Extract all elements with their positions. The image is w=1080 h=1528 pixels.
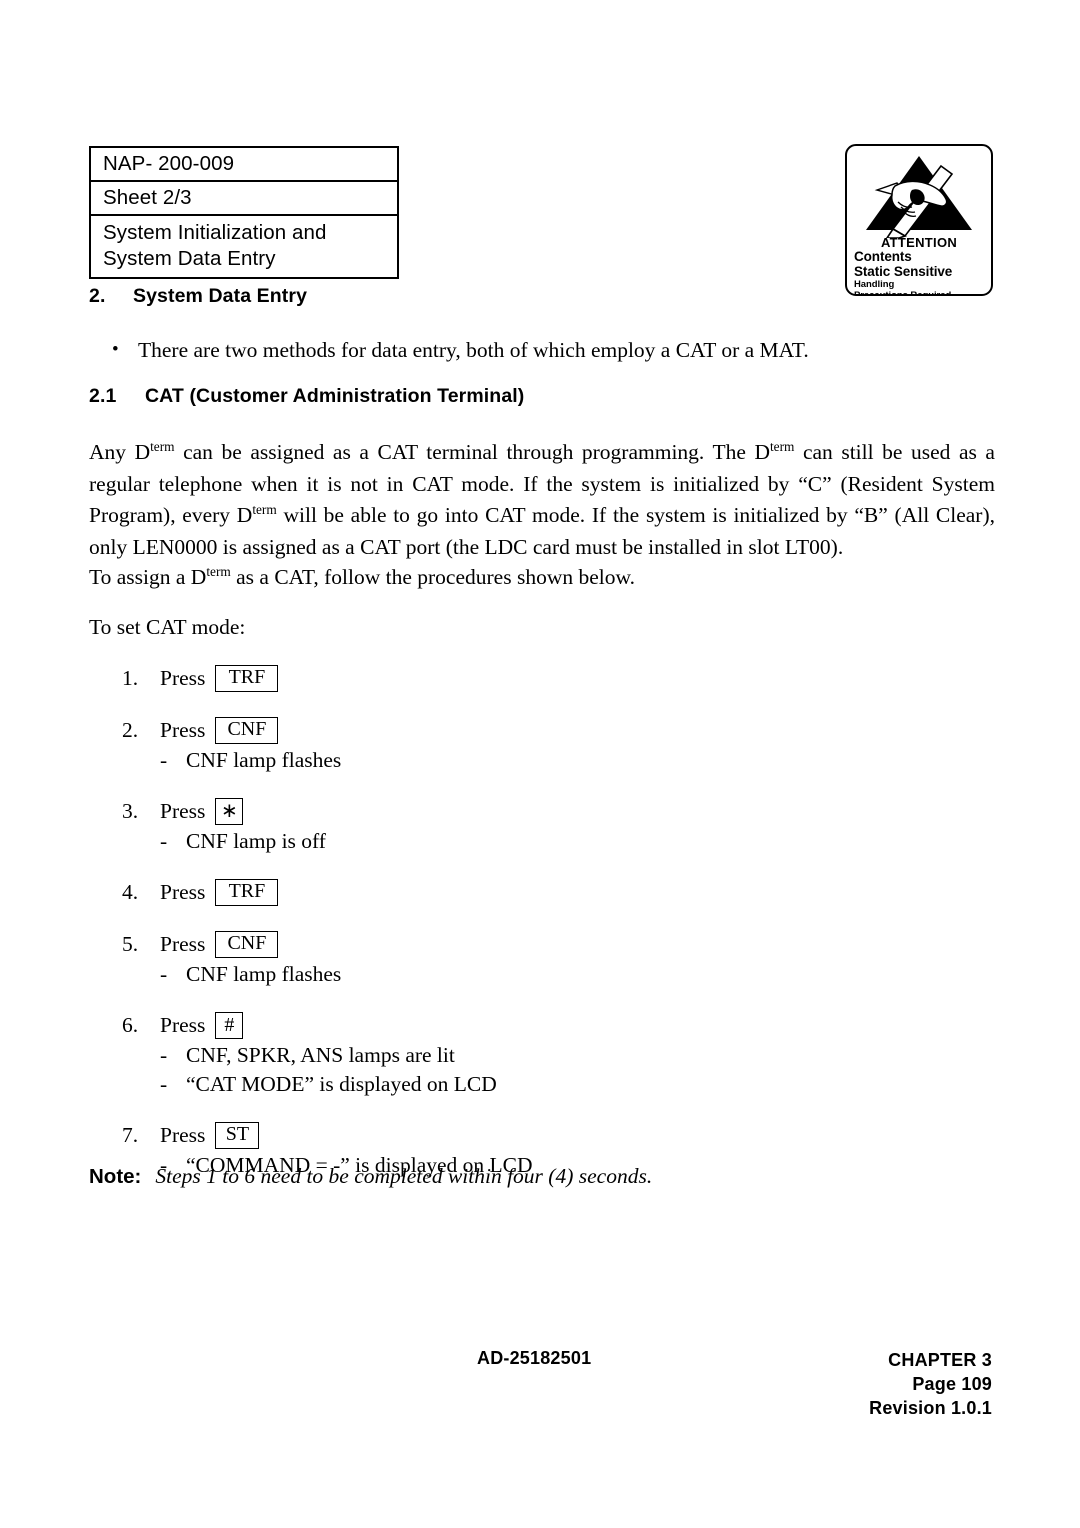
- step-number: 3.: [122, 799, 139, 823]
- step-result-text: CNF lamp is off: [186, 829, 326, 853]
- step-instruction-row: 3. Press ∗: [122, 796, 822, 826]
- step-result-list: - CNF lamp flashes: [160, 746, 822, 775]
- key-button-trf[interactable]: TRF: [215, 664, 279, 692]
- esd-attention-text: ATTENTION: [880, 235, 958, 250]
- step-number: 7.: [122, 1123, 139, 1147]
- heading-section-2: 2. System Data Entry: [89, 285, 307, 308]
- section-2-bullet-text: There are two methods for data entry, bo…: [138, 338, 809, 362]
- paragraph-assign-dterm: To assign a Dterm as a CAT, follow the p…: [89, 563, 635, 589]
- step-result-item: - CNF lamp flashes: [160, 746, 822, 775]
- key-button-st[interactable]: ST: [215, 1121, 260, 1149]
- step-number: 5.: [122, 932, 139, 956]
- footer-revision: Revision 1.0.1: [869, 1398, 992, 1418]
- step-result-text: “CAT MODE” is displayed on LCD: [186, 1072, 497, 1096]
- nap-title-row: System Initialization and System Data En…: [103, 221, 327, 270]
- step-instruction-row: 7. Press ST: [122, 1120, 822, 1150]
- step-result-item: - CNF, SPKR, ANS lamps are lit: [160, 1041, 822, 1070]
- step-result-item: - “CAT MODE” is displayed on LCD: [160, 1070, 822, 1099]
- nap-number-row: NAP- 200-009: [91, 148, 397, 182]
- step-item: 5. Press CNF - CNF lamp flashes: [122, 929, 822, 989]
- step-result-text: CNF, SPKR, ANS lamps are lit: [186, 1043, 455, 1067]
- step-spacer: [122, 1099, 822, 1120]
- footer-document-number: AD-25182501: [477, 1348, 592, 1368]
- cat-mode-step-list: 1. Press TRF 2. Press CNF - CNF lamp flashes 3. P…: [122, 663, 822, 1180]
- step-spacer: [122, 989, 822, 1010]
- section-2-bullet-item: • There are two methods for data entry, …: [112, 336, 992, 364]
- esd-static-sensitive-symbol: [866, 156, 972, 238]
- step-item: 1. Press TRF: [122, 663, 822, 693]
- step-result-text: CNF lamp flashes: [186, 962, 342, 986]
- step-item: 6. Press # - CNF, SPKR, ANS lamps are lit - “C…: [122, 1010, 822, 1099]
- step-spacer: [122, 775, 822, 796]
- step-verb: Press: [160, 1013, 206, 1037]
- heading-section-2-number: 2.: [89, 285, 106, 307]
- step-instruction-row: 6. Press #: [122, 1010, 822, 1040]
- step-spacer: [122, 856, 822, 877]
- step-spacer: [122, 907, 822, 929]
- dash-marker-icon: -: [160, 1043, 168, 1067]
- note-block: Note: Steps 1 to 6 need to be completed w…: [89, 1162, 652, 1191]
- dash-marker-icon: -: [160, 1072, 168, 1096]
- step-result-item: - CNF lamp flashes: [160, 960, 822, 989]
- step-instruction-row: 2. Press CNF: [122, 715, 822, 745]
- step-item: 4. Press TRF: [122, 877, 822, 907]
- step-instruction-row: 1. Press TRF: [122, 663, 822, 693]
- step-result-list: - CNF lamp is off: [160, 827, 822, 856]
- esd-contents-text: Contents: [854, 249, 912, 265]
- footer-page: Page 109: [912, 1374, 992, 1394]
- paragraph-set-cat-mode: To set CAT mode:: [89, 615, 246, 639]
- nap-header-box: NAP- 200-009 Sheet 2/3 System Initializa…: [89, 146, 399, 279]
- nap-sheet-row: Sheet 2/3: [91, 182, 397, 216]
- heading-section-2-1: 2.1 CAT (Customer Administration Terminal…: [89, 385, 524, 408]
- step-instruction-row: 4. Press TRF: [122, 877, 822, 907]
- heading-section-2-1-number: 2.1: [89, 385, 117, 407]
- bullet-marker-icon: •: [112, 339, 119, 360]
- step-spacer: [122, 693, 822, 715]
- step-verb: Press: [160, 666, 206, 690]
- esd-warning-label: ATTENTION Contents Static Sensitive Hand…: [845, 144, 993, 296]
- step-result-text: CNF lamp flashes: [186, 748, 342, 772]
- step-number: 1.: [122, 666, 139, 690]
- key-button-symbol[interactable]: #: [215, 1011, 244, 1039]
- esd-handling-text: Handling: [854, 279, 895, 291]
- step-item: 3. Press ∗ - CNF lamp is off: [122, 796, 822, 856]
- step-instruction-row: 5. Press CNF: [122, 929, 822, 959]
- note-label: Note:: [89, 1165, 142, 1188]
- step-number: 4.: [122, 880, 139, 904]
- key-button-symbol[interactable]: ∗: [215, 797, 244, 825]
- footer-right-block: CHAPTER 3 Page 109 Revision 1.0.1: [869, 1348, 992, 1420]
- step-verb: Press: [160, 880, 206, 904]
- esd-text-block: ATTENTION Contents Static Sensitive Hand…: [847, 235, 991, 296]
- dash-marker-icon: -: [160, 962, 168, 986]
- key-button-trf[interactable]: TRF: [215, 878, 279, 906]
- footer-chapter: CHAPTER 3: [888, 1350, 992, 1370]
- heading-section-2-title: System Data Entry: [133, 285, 308, 307]
- esd-static-sensitive-text: Static Sensitive: [854, 263, 953, 279]
- heading-section-2-1-title: CAT (Customer Administration Terminal): [145, 385, 525, 407]
- key-button-cnf[interactable]: CNF: [215, 930, 279, 958]
- step-number: 6.: [122, 1013, 139, 1037]
- step-verb: Press: [160, 1123, 206, 1147]
- step-verb: Press: [160, 799, 206, 823]
- esd-precautions-text: Precautions Required: [854, 290, 952, 296]
- document-page: NAP- 200-009 Sheet 2/3 System Initializa…: [0, 0, 1080, 1528]
- dash-marker-icon: -: [160, 829, 168, 853]
- step-verb: Press: [160, 718, 206, 742]
- dash-marker-icon: -: [160, 748, 168, 772]
- step-result-list: - CNF lamp flashes: [160, 960, 822, 989]
- step-number: 2.: [122, 718, 139, 742]
- key-button-cnf[interactable]: CNF: [215, 716, 279, 744]
- step-verb: Press: [160, 932, 206, 956]
- step-item: 2. Press CNF - CNF lamp flashes: [122, 715, 822, 775]
- note-text: Steps 1 to 6 need to be completed within…: [155, 1164, 653, 1188]
- step-result-item: - CNF lamp is off: [160, 827, 822, 856]
- step-result-list: - CNF, SPKR, ANS lamps are lit - “CAT MODE”…: [160, 1041, 822, 1099]
- paragraph-cat-intro: Any Dterm can be assigned as a CAT termi…: [89, 438, 995, 559]
